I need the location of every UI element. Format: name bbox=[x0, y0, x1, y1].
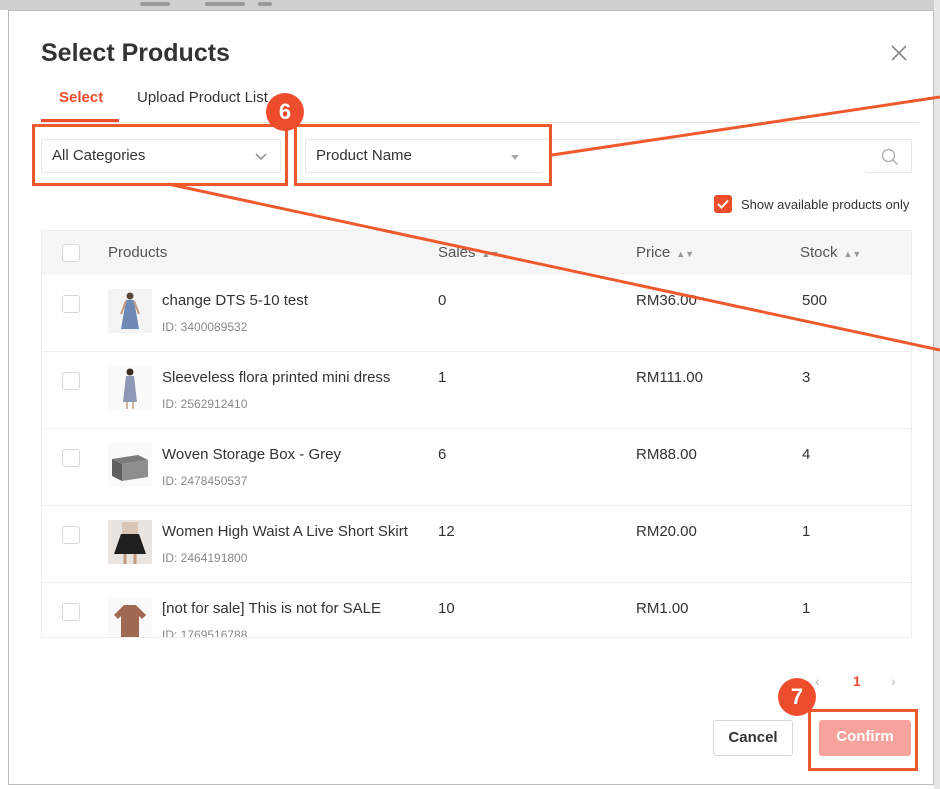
product-stock: 500 bbox=[802, 292, 828, 309]
header-stock[interactable]: Stock ▲▼ bbox=[800, 244, 861, 261]
product-price: RM36.00 bbox=[636, 292, 697, 309]
header-sales-label: Sales bbox=[438, 244, 476, 261]
product-id: ID: 2464191800 bbox=[162, 551, 248, 565]
product-stock: 1 bbox=[802, 600, 811, 617]
header-stock-label: Stock bbox=[800, 244, 838, 261]
table-row[interactable]: change DTS 5-10 test ID: 3400089532 0 RM… bbox=[42, 275, 911, 352]
table-row[interactable]: Women High Waist A Live Short Skirt ID: … bbox=[42, 506, 911, 583]
box-icon bbox=[108, 443, 152, 487]
row-checkbox[interactable] bbox=[62, 526, 80, 544]
products-table: Products Sales ▲▼ Price ▲▼ Stock ▲▼ change … bbox=[41, 230, 912, 638]
next-page-icon[interactable]: › bbox=[891, 673, 896, 689]
row-checkbox[interactable] bbox=[62, 295, 80, 313]
tab-upload-product-list[interactable]: Upload Product List bbox=[137, 89, 268, 106]
search-box bbox=[532, 139, 912, 173]
product-stock: 1 bbox=[802, 523, 811, 540]
search-icon[interactable] bbox=[881, 148, 899, 166]
sort-icon: ▲▼ bbox=[676, 249, 695, 259]
highlight-box-category bbox=[32, 124, 288, 186]
product-stock: 4 bbox=[802, 446, 811, 463]
row-checkbox[interactable] bbox=[62, 449, 80, 467]
product-sales: 1 bbox=[438, 369, 447, 386]
background-app-strip bbox=[0, 0, 940, 10]
header-price[interactable]: Price ▲▼ bbox=[636, 244, 694, 261]
row-checkbox[interactable] bbox=[62, 372, 80, 390]
show-available-label: Show available products only bbox=[741, 197, 910, 212]
product-name: Women High Waist A Live Short Skirt bbox=[162, 523, 408, 540]
product-id: ID: 2562912410 bbox=[162, 397, 248, 411]
product-id: ID: 3400089532 bbox=[162, 320, 248, 334]
highlight-box-confirm bbox=[808, 709, 918, 771]
product-sales: 12 bbox=[438, 523, 455, 540]
product-sales: 10 bbox=[438, 600, 455, 617]
active-tab-indicator bbox=[41, 119, 119, 122]
sort-icon: ▲▼ bbox=[843, 249, 862, 259]
product-name: [not for sale] This is not for SALE bbox=[162, 600, 381, 617]
step-marker-7: 7 bbox=[778, 678, 816, 716]
show-available-checkbox[interactable] bbox=[714, 195, 732, 213]
product-sales: 6 bbox=[438, 446, 447, 463]
product-price: RM111.00 bbox=[636, 369, 703, 386]
table-header: Products Sales ▲▼ Price ▲▼ Stock ▲▼ bbox=[42, 231, 911, 275]
product-name: change DTS 5-10 test bbox=[162, 292, 308, 309]
close-icon[interactable] bbox=[887, 41, 911, 65]
skirt-icon bbox=[108, 520, 152, 564]
cancel-button[interactable]: Cancel bbox=[713, 720, 793, 756]
page-number[interactable]: 1 bbox=[853, 673, 861, 689]
dialog-tabs: Select Upload Product List bbox=[41, 85, 919, 123]
sweater-icon bbox=[108, 597, 152, 637]
header-price-label: Price bbox=[636, 244, 671, 261]
product-name: Sleeveless flora printed mini dress bbox=[162, 369, 391, 386]
product-price: RM20.00 bbox=[636, 523, 697, 540]
dress-icon bbox=[108, 366, 152, 410]
table-row[interactable]: [not for sale] This is not for SALE ID: … bbox=[42, 583, 911, 638]
product-price: RM1.00 bbox=[636, 600, 689, 617]
product-price: RM88.00 bbox=[636, 446, 697, 463]
step-marker-6: 6 bbox=[266, 93, 304, 131]
highlight-box-search-field bbox=[294, 124, 552, 186]
product-name: Woven Storage Box - Grey bbox=[162, 446, 341, 463]
search-input[interactable] bbox=[542, 141, 866, 173]
header-products: Products bbox=[108, 244, 168, 261]
checkmark-icon bbox=[717, 199, 729, 209]
table-row[interactable]: Sleeveless flora printed mini dress ID: … bbox=[42, 352, 911, 429]
header-sales[interactable]: Sales ▲▼ bbox=[438, 244, 499, 261]
product-id: ID: 2478450537 bbox=[162, 474, 248, 488]
sort-icon: ▲▼ bbox=[481, 249, 500, 259]
dress-icon bbox=[108, 289, 152, 333]
background-app-edge bbox=[934, 0, 940, 789]
dialog-title: Select Products bbox=[41, 39, 230, 67]
product-sales: 0 bbox=[438, 292, 447, 309]
product-stock: 3 bbox=[802, 369, 811, 386]
product-id: ID: 1769516788 bbox=[162, 628, 248, 638]
select-all-checkbox[interactable] bbox=[62, 244, 80, 262]
table-row[interactable]: Woven Storage Box - Grey ID: 2478450537 … bbox=[42, 429, 911, 506]
tab-select[interactable]: Select bbox=[59, 89, 103, 106]
prev-page-icon[interactable]: ‹ bbox=[815, 673, 820, 689]
row-checkbox[interactable] bbox=[62, 603, 80, 621]
